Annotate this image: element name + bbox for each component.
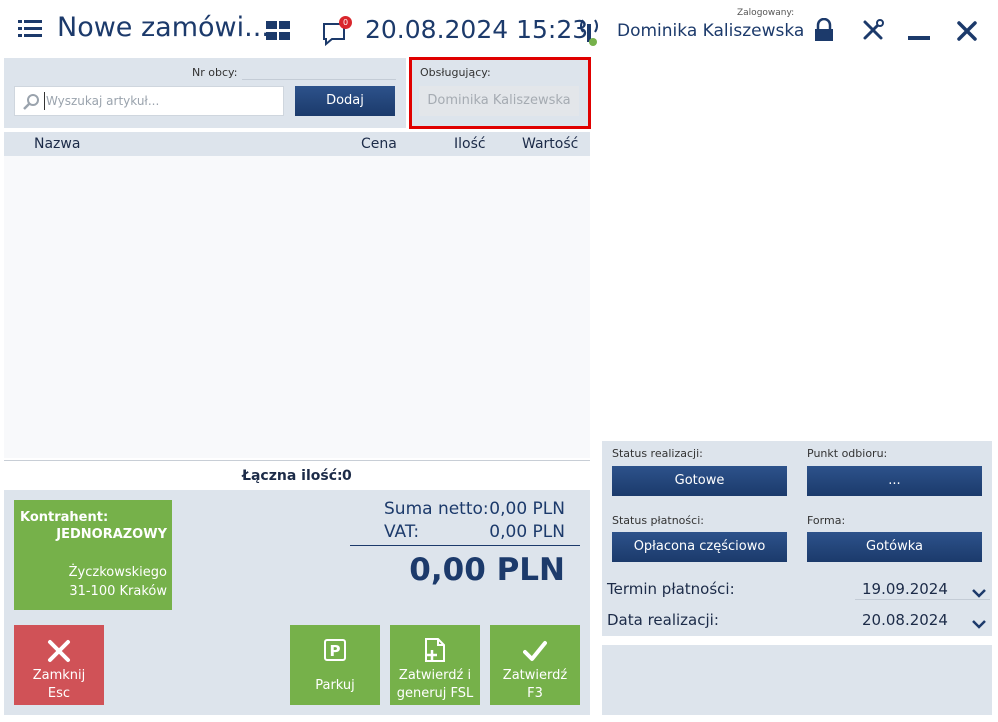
customer-street: Życzkowskiego: [68, 565, 167, 580]
search-placeholder: Wyszukaj artykuł...: [46, 94, 160, 108]
grid-icon[interactable]: [266, 21, 291, 41]
park-label: Parkuj: [315, 678, 355, 693]
pickup-label: Punkt odbioru:: [807, 447, 888, 460]
logged-label: Zalogowany:: [737, 8, 795, 18]
confirm-fsl-label-1: Zatwierdź i: [398, 668, 472, 683]
payment-due-underline: [855, 599, 990, 600]
vat-value: 0,00 PLN: [489, 522, 565, 542]
total-qty-value: 0: [342, 468, 352, 484]
net-value: 0,00 PLN: [489, 499, 565, 519]
customer-label: Kontrahent:: [20, 510, 109, 525]
parking-icon: P: [324, 639, 346, 661]
payment-due-value[interactable]: 19.09.2024: [862, 580, 948, 598]
total-qty-label: Łączna ilość:: [242, 468, 343, 484]
col-qty[interactable]: Ilość: [454, 136, 486, 152]
text-cursor: [44, 92, 45, 110]
confirm-button[interactable]: Zatwierdź F3: [490, 625, 580, 705]
datetime: 20.08.2024 15:23: [365, 15, 589, 44]
payment-status-label: Status płatności:: [612, 514, 704, 527]
x-icon: [47, 639, 71, 663]
svg-text:P: P: [330, 642, 341, 660]
park-button[interactable]: P Parkuj: [290, 625, 380, 705]
confirm-label: Zatwierdź: [502, 668, 568, 683]
form-label: Forma:: [807, 514, 846, 527]
gross-total: 0,00 PLN: [409, 552, 565, 588]
page-title: Nowe zamówi...: [57, 12, 270, 43]
add-button[interactable]: Dodaj: [295, 86, 395, 116]
col-price[interactable]: Cena: [361, 136, 397, 152]
document-add-icon: [423, 637, 447, 663]
menu-icon[interactable]: [18, 20, 42, 38]
pickup-button[interactable]: ...: [807, 466, 982, 496]
lock-icon[interactable]: [813, 17, 835, 42]
foreign-no-field[interactable]: [242, 79, 396, 80]
customer-name: JEDNORAZOWY: [56, 527, 167, 542]
foreign-no-label: Nr obcy:: [192, 66, 238, 79]
notification-badge: 0: [339, 16, 352, 29]
vat-label: VAT:: [384, 522, 420, 542]
minimize-icon[interactable]: [908, 36, 930, 40]
handler-field[interactable]: Dominika Kaliszewska: [419, 86, 579, 116]
payment-status-button[interactable]: Opłacona częściowo: [612, 532, 787, 562]
close-icon[interactable]: [956, 20, 978, 42]
confirm-key: F3: [527, 686, 543, 701]
totals-divider: [350, 545, 580, 546]
status-label: Status realizacji:: [612, 447, 703, 460]
total-qty-row: Łączna ilość: 0: [4, 460, 590, 488]
col-name[interactable]: Nazwa: [34, 136, 80, 152]
close-order-button[interactable]: Zamknij Esc: [14, 625, 104, 705]
close-key: Esc: [47, 686, 71, 701]
chevron-down-icon[interactable]: [972, 583, 986, 598]
close-label: Zamknij: [32, 668, 86, 683]
confirm-fsl-button[interactable]: Zatwierdź i generuj FSL: [390, 625, 480, 705]
logged-user: Dominika Kaliszewska: [617, 21, 805, 41]
signal-icon: [577, 16, 601, 46]
realization-label: Data realizacji:: [607, 611, 719, 629]
confirm-fsl-label-2: generuj FSL: [396, 686, 474, 701]
payment-due-label: Termin płatności:: [607, 580, 735, 598]
status-button[interactable]: Gotowe: [612, 466, 787, 496]
col-value[interactable]: Wartość: [522, 136, 578, 152]
form-button[interactable]: Gotówka: [807, 532, 982, 562]
items-list[interactable]: [4, 156, 590, 458]
search-icon: [22, 93, 40, 111]
handler-label: Obsługujący:: [420, 66, 491, 79]
net-label: Suma netto:: [384, 499, 489, 519]
customer-city: 31-100 Kraków: [69, 584, 167, 599]
check-icon: [523, 639, 547, 663]
chevron-down-icon[interactable]: [972, 614, 986, 629]
tools-icon[interactable]: [861, 18, 885, 42]
customer-tile[interactable]: Kontrahent: JEDNORAZOWY Życzkowskiego 31…: [14, 500, 172, 610]
notes-panel: [602, 645, 992, 715]
realization-value[interactable]: 20.08.2024: [862, 611, 948, 629]
table-header: Nazwa Cena Ilość Wartość: [4, 132, 590, 156]
